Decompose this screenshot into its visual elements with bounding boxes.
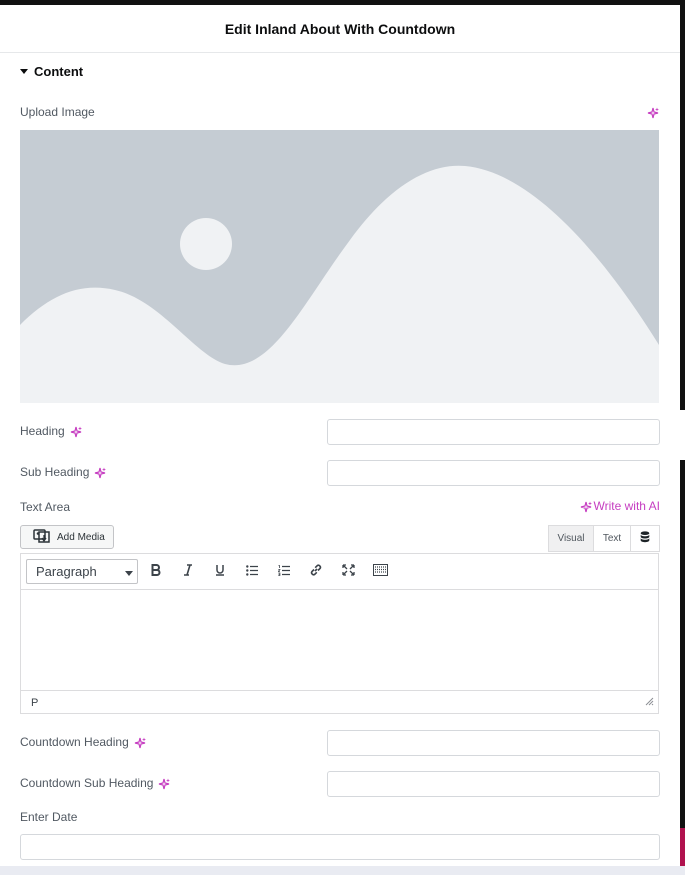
toolbar-toggle-button[interactable]: [364, 557, 396, 587]
write-with-ai-label: Write with AI: [593, 499, 660, 513]
resize-handle-icon[interactable]: [645, 697, 654, 709]
caret-down-icon: [20, 69, 28, 74]
dynamic-tags-button[interactable]: [631, 525, 660, 552]
window-right-accent: [680, 828, 685, 868]
bold-button[interactable]: [140, 557, 172, 587]
bullet-list-button[interactable]: [236, 557, 268, 587]
link-button[interactable]: [300, 557, 332, 587]
heading-label-text: Heading: [20, 424, 65, 438]
ai-sparkle-icon[interactable]: [647, 107, 659, 119]
bullet-list-icon: [246, 564, 258, 579]
countdown-sub-heading-input[interactable]: [327, 771, 660, 797]
sub-heading-label: Sub Heading: [20, 465, 107, 479]
sub-heading-input[interactable]: [327, 460, 660, 486]
upload-image-label-text: Upload Image: [20, 105, 95, 119]
countdown-sub-heading-label: Countdown Sub Heading: [20, 776, 171, 790]
content-section-toggle[interactable]: Content: [20, 64, 83, 79]
countdown-sub-heading-label-text: Countdown Sub Heading: [20, 776, 154, 790]
countdown-heading-input[interactable]: [327, 730, 660, 756]
countdown-heading-label-text: Countdown Heading: [20, 735, 129, 749]
ai-sparkle-icon[interactable]: [70, 426, 82, 437]
upload-image-label: Upload Image: [20, 105, 95, 119]
text-area-label-text: Text Area: [20, 500, 71, 514]
underline-icon: [215, 564, 225, 579]
ai-sparkle-icon: [580, 501, 592, 512]
fullscreen-icon: [341, 564, 355, 579]
italic-icon: [183, 564, 193, 579]
fullscreen-button[interactable]: [332, 557, 364, 587]
window-right-gap: [679, 410, 685, 460]
add-media-label: Add Media: [57, 531, 105, 543]
link-icon: [309, 563, 323, 580]
write-with-ai-button[interactable]: Write with AI: [580, 499, 660, 513]
text-area-label: Text Area: [20, 500, 70, 514]
ai-sparkle-icon[interactable]: [158, 778, 171, 789]
numbered-list-button[interactable]: [268, 557, 300, 587]
bold-icon: [151, 564, 161, 579]
numbered-list-icon: [277, 564, 290, 579]
countdown-heading-label: Countdown Heading: [20, 735, 146, 749]
database-icon: [640, 531, 650, 546]
content-section-label: Content: [34, 64, 84, 79]
editor-mode-tabs: Visual Text: [548, 525, 660, 552]
sub-heading-label-text: Sub Heading: [20, 465, 90, 479]
underline-button[interactable]: [204, 557, 236, 587]
editor-toolbar: Paragraph: [21, 554, 658, 590]
caret-down-icon: [125, 564, 133, 579]
enter-date-input[interactable]: [20, 834, 660, 860]
heading-label: Heading: [20, 424, 82, 438]
italic-button[interactable]: [172, 557, 204, 587]
paragraph-format-select[interactable]: Paragraph: [26, 559, 138, 584]
editor-content-area[interactable]: [21, 590, 658, 691]
panel-header: Edit Inland About With Countdown: [0, 5, 680, 53]
enter-date-label-text: Enter Date: [20, 810, 78, 824]
keyboard-icon: [372, 564, 388, 579]
panel-title: Edit Inland About With Countdown: [224, 20, 456, 37]
enter-date-label: Enter Date: [20, 810, 77, 824]
element-path[interactable]: P: [31, 697, 38, 709]
heading-input[interactable]: [327, 419, 660, 445]
text-editor: Paragraph P: [20, 553, 659, 714]
media-icon: [33, 528, 51, 547]
image-upload-placeholder[interactable]: [20, 130, 659, 403]
editor-status-bar: P: [21, 691, 658, 715]
tab-text[interactable]: Text: [594, 525, 631, 552]
ai-sparkle-icon[interactable]: [134, 737, 146, 748]
tab-visual[interactable]: Visual: [548, 525, 594, 552]
format-select-value: Paragraph: [36, 564, 97, 579]
window-bottom-edge: [0, 866, 685, 875]
add-media-button[interactable]: Add Media: [20, 525, 114, 549]
ai-sparkle-icon[interactable]: [94, 467, 107, 478]
image-placeholder-icon: [20, 130, 659, 403]
